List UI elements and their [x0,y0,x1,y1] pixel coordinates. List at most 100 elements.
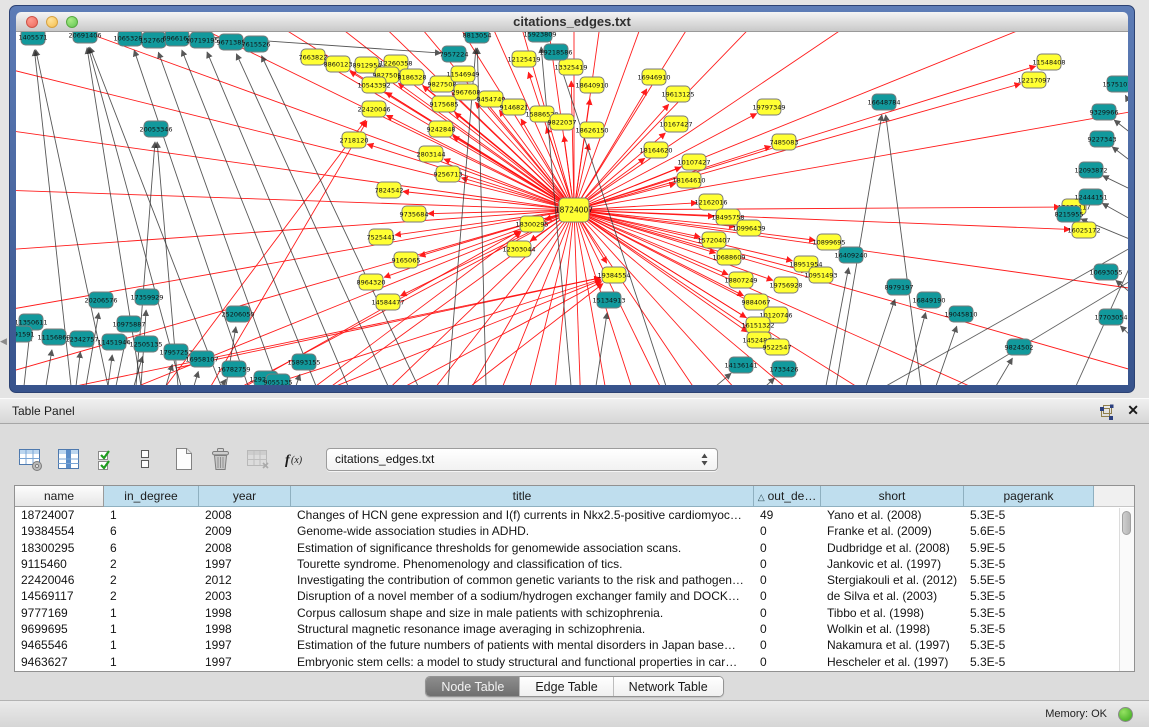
graph-edge[interactable] [406,282,602,385]
column-header-out_de[interactable]: △out_de… [754,486,821,507]
graph-edge[interactable] [574,89,647,210]
minimize-window-button[interactable] [46,16,58,28]
table-row[interactable]: 1830029562008Estimation of significance … [15,540,1134,556]
table-row[interactable]: 946362711997Embryonic stem cells: a mode… [15,654,1134,670]
close-panel-button[interactable]: ✕ [1127,402,1139,419]
table-row[interactable]: 1872400712008Changes of HCN gene express… [15,507,1134,523]
graph-edge[interactable] [596,313,607,385]
graph-edge[interactable] [46,350,52,385]
graph-node-label: 8964320 [357,278,386,286]
collapse-panel-arrow-icon[interactable]: ◀ [0,336,7,347]
table-select[interactable]: citations_edges.txt [326,448,718,471]
column-header-pagerank[interactable]: pagerank [964,486,1094,507]
table-row[interactable]: 1456911722003Disruption of a novel membe… [15,588,1134,604]
graph-edge[interactable] [158,52,278,385]
node-table: namein_degreeyeartitle△out_de…shortpager… [14,485,1135,672]
graph-edge[interactable] [1125,95,1128,107]
delete-columns-button[interactable] [206,446,235,472]
graph-edge[interactable] [574,210,1038,385]
graph-edge[interactable] [574,207,1060,210]
table-cell: 1998 [199,621,291,637]
graph-node-label: 10719195 [185,36,218,44]
table-cell: Dudbridge et al. (2008) [821,540,964,556]
graph-edge[interactable] [956,280,1128,385]
graph-node-label: 10996439 [732,224,765,232]
graph-edge[interactable] [194,371,198,385]
graph-edge[interactable] [1114,120,1128,134]
table-vertical-scrollbar[interactable] [1119,508,1134,671]
column-header-short[interactable]: short [821,486,964,507]
tab-edge-table[interactable]: Edge Table [519,677,612,696]
tab-node-table[interactable]: Node Table [426,677,519,696]
column-header-name[interactable]: name [15,486,104,507]
graph-edge[interactable] [76,352,80,385]
graph-node-label: 9055135 [264,378,293,385]
table-cell: Stergiakouli et al. (2012) [821,572,964,588]
graph-edge[interactable] [182,50,316,385]
show-columns-button[interactable] [54,446,83,472]
table-cell: 9463627 [15,654,104,670]
graph-edge[interactable] [471,284,603,385]
graph-edge[interactable] [1103,176,1128,190]
graph-edge[interactable] [367,144,574,210]
scrollbar-thumb[interactable] [1122,511,1131,535]
graph-node-label: 16409240 [834,251,867,259]
header-scrollbar-corner [1119,486,1134,507]
table-mode-button[interactable] [16,446,45,472]
create-column-button[interactable] [168,446,197,472]
table-cell: Disruption of a novel member of a sodium… [291,588,754,604]
column-header-in_degree[interactable]: in_degree [104,486,199,507]
float-panel-button[interactable] [1099,404,1115,420]
graph-edge[interactable] [1112,147,1128,162]
zoom-window-button[interactable] [66,16,78,28]
graph-edge[interactable] [86,313,99,385]
graph-edge[interactable] [716,373,731,385]
table-cell: Yano et al. (2008) [821,507,964,523]
graph-edge[interactable] [528,72,574,210]
graph-node-label: 10107427 [677,158,710,166]
table-cell: 0 [754,556,821,572]
close-window-button[interactable] [26,16,38,28]
table-cell: 2 [104,588,199,604]
network-graph[interactable]: 7663822886012389129541226035898275098186… [16,32,1128,385]
table-row[interactable]: 1938455462009Genome-wide association stu… [15,523,1134,539]
graph-edge[interactable] [766,378,775,385]
graph-edge[interactable] [1120,326,1128,337]
graph-edge[interactable] [88,48,181,385]
graph-node-label: 8215955 [1055,210,1084,218]
graph-edge[interactable] [166,120,366,385]
graph-edge[interactable] [886,115,921,385]
table-row[interactable]: 946554611997Estimation of the future num… [15,637,1134,653]
delete-table-button-disabled[interactable] [244,446,273,472]
graph-edge[interactable] [221,379,226,385]
graph-edge[interactable] [266,279,601,385]
graph-edge[interactable] [316,232,521,385]
graph-edge[interactable] [906,313,926,385]
graph-node-label: 8813054 [463,32,492,39]
graph-edge[interactable] [996,358,1012,385]
table-row[interactable]: 977716911998Corpus callosum shape and si… [15,605,1134,621]
select-columns-button[interactable] [92,446,121,472]
table-cell: 5.5E-5 [964,572,1094,588]
column-header-title[interactable]: title [291,486,754,507]
network-window-titlebar[interactable]: citations_edges.txt [16,12,1128,32]
tab-network-table[interactable]: Network Table [613,677,723,696]
row-height-button[interactable] [130,446,159,472]
table-row[interactable]: 911546021997Tourette syndrome. Phenomeno… [15,556,1134,572]
function-builder-button[interactable]: f (x) [282,446,311,472]
memory-status-icon[interactable] [1118,707,1133,722]
graph-edge[interactable] [560,64,666,385]
column-header-year[interactable]: year [199,486,291,507]
graph-edge[interactable] [1102,203,1128,220]
graph-edge[interactable] [574,99,590,210]
network-canvas[interactable]: 7663822886012389129541226035898275098186… [16,32,1128,385]
table-row[interactable]: 2242004622012Investigating the contribut… [15,572,1134,588]
graph-node-label: 15720407 [697,236,730,244]
graph-node-label: 20691406 [68,32,101,39]
graph-edge[interactable] [108,355,112,385]
graph-edge[interactable] [574,32,1087,210]
graph-edge[interactable] [417,210,574,385]
graph-edge[interactable] [134,50,248,385]
graph-node-label: 9242848 [427,125,456,133]
table-row[interactable]: 969969511998Structural magnetic resonanc… [15,621,1134,637]
